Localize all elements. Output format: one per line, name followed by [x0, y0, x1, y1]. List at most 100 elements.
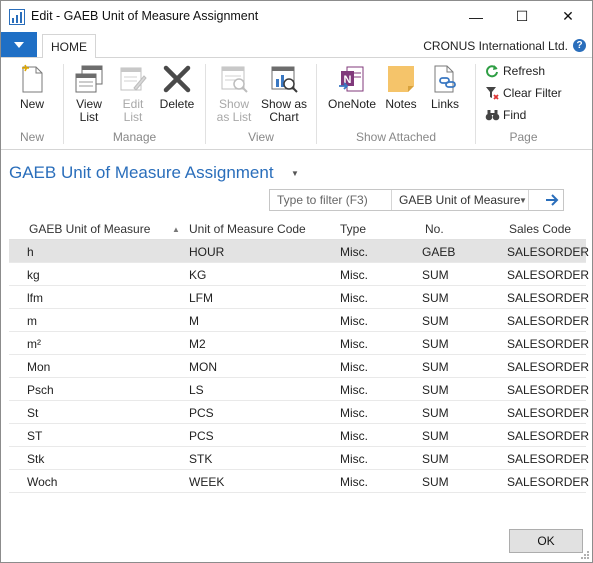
- table-row[interactable]: Mon MON Misc. SUM SALESORDER: [9, 355, 589, 378]
- cell-no: SUM: [422, 291, 449, 305]
- tab-home[interactable]: HOME: [42, 34, 96, 59]
- notes-label: Notes: [385, 97, 417, 111]
- edit-list-button[interactable]: Edit List: [116, 62, 150, 124]
- notes-button[interactable]: Notes: [383, 62, 419, 111]
- show-as-list-label: Show as List: [216, 97, 252, 124]
- cell-type: Misc.: [340, 268, 368, 282]
- column-header-no[interactable]: No.: [425, 222, 444, 236]
- cell-no: SUM: [422, 429, 449, 443]
- cell-no: SUM: [422, 383, 449, 397]
- links-button[interactable]: Links: [427, 62, 463, 111]
- arrow-right-icon: [545, 194, 558, 206]
- sort-ascending-icon: ▲: [172, 225, 180, 234]
- find-button[interactable]: Find: [484, 107, 526, 123]
- resize-grip-icon[interactable]: [580, 550, 590, 560]
- group-label-view: View: [248, 130, 274, 144]
- column-header-gaeb-unit[interactable]: GAEB Unit of Measure: [29, 222, 150, 236]
- table-row[interactable]: Woch WEEK Misc. SUM SALESORDER: [9, 470, 590, 493]
- cell-sales-code: SALESORDER: [507, 406, 590, 420]
- cell-type: Misc.: [340, 406, 368, 420]
- links-icon: [429, 62, 461, 96]
- table-row[interactable]: m² M2 Misc. SUM SALESORDER: [9, 332, 590, 355]
- delete-button[interactable]: Delete: [158, 62, 196, 111]
- new-button-label: New: [19, 97, 44, 111]
- cell-gaeb-unit: h: [27, 245, 34, 259]
- column-header-unit-code[interactable]: Unit of Measure Code: [189, 222, 306, 236]
- table-row[interactable]: ST PCS Misc. SUM SALESORDER: [9, 424, 589, 447]
- filter-input[interactable]: Type to filter (F3): [270, 190, 392, 210]
- chevron-down-icon: [14, 41, 24, 48]
- filter-field-select[interactable]: GAEB Unit of Measure: [393, 190, 529, 210]
- table-row[interactable]: Stk STK Misc. SUM SALESORDER: [9, 447, 589, 470]
- cell-gaeb-unit: Woch: [27, 475, 58, 489]
- view-list-button[interactable]: View List: [72, 62, 106, 124]
- delete-label: Delete: [159, 97, 195, 111]
- onenote-label: OneNote: [327, 97, 377, 111]
- show-as-chart-label: Show as Chart: [260, 97, 308, 124]
- column-header-type[interactable]: Type: [340, 222, 366, 236]
- show-as-chart-button[interactable]: Show as Chart: [259, 62, 309, 124]
- cell-type: Misc.: [340, 314, 368, 328]
- view-list-icon: [73, 62, 105, 96]
- clear-filter-label: Clear Filter: [503, 86, 562, 100]
- grid-body: h HOUR Misc. GAEB SALESORDER kg KG Misc. SUM SALE…: [9, 240, 590, 493]
- binoculars-icon: [484, 107, 500, 123]
- filter-bar: Type to filter (F3) GAEB Unit of Measure…: [269, 189, 564, 211]
- cell-gaeb-unit: m: [27, 314, 37, 328]
- ok-button[interactable]: OK: [509, 529, 583, 553]
- cell-unit-code: LS: [189, 383, 204, 397]
- maximize-icon: ☐: [515, 8, 529, 24]
- cell-no: SUM: [422, 268, 449, 282]
- data-grid: GAEB Unit of Measure ▲ Unit of Measure C…: [9, 217, 590, 493]
- delete-icon: [161, 62, 193, 96]
- table-row[interactable]: lfm LFM Misc. SUM SALESORDER: [9, 286, 589, 309]
- cell-gaeb-unit: Psch: [27, 383, 54, 397]
- apply-filter-button[interactable]: [539, 190, 564, 210]
- title-bar[interactable]: Edit - GAEB Unit of Measure Assignment —…: [1, 1, 592, 32]
- show-as-chart-icon: [268, 62, 300, 96]
- cell-no: SUM: [422, 475, 449, 489]
- ribbon-group-view: Show as List Show as Chart View: [206, 58, 316, 150]
- table-row[interactable]: m M Misc. SUM SALESORDER: [9, 309, 589, 332]
- page-title: GAEB Unit of Measure Assignment: [9, 163, 274, 182]
- cell-unit-code: LFM: [189, 291, 213, 305]
- column-header-sales-code[interactable]: Sales Code: [509, 222, 571, 236]
- cell-no: SUM: [422, 337, 449, 351]
- refresh-button[interactable]: Refresh: [484, 63, 545, 79]
- onenote-button[interactable]: N OneNote: [325, 62, 379, 111]
- cell-gaeb-unit: ST: [27, 429, 43, 443]
- cell-type: Misc.: [340, 360, 368, 374]
- help-icon[interactable]: ?: [573, 39, 586, 52]
- show-as-list-icon: [218, 62, 250, 96]
- cell-unit-code: M: [189, 314, 199, 328]
- edit-list-label: Edit List: [122, 97, 144, 124]
- group-label-manage: Manage: [112, 130, 157, 144]
- links-label: Links: [430, 97, 459, 111]
- cell-sales-code: SALESORDER: [507, 268, 590, 282]
- cell-no: SUM: [422, 406, 449, 420]
- file-menu-button[interactable]: [1, 32, 37, 57]
- table-row[interactable]: kg KG Misc. SUM SALESORDER: [9, 263, 590, 286]
- new-button[interactable]: New: [15, 62, 49, 111]
- close-button[interactable]: ✕: [545, 1, 591, 32]
- page-title-dropdown-icon[interactable]: ▼: [291, 169, 299, 178]
- new-document-icon: [16, 62, 48, 96]
- cell-sales-code: SALESORDER: [507, 475, 590, 489]
- minimize-button[interactable]: —: [453, 1, 499, 32]
- cell-unit-code: WEEK: [189, 475, 225, 489]
- cell-sales-code: SALESORDER: [507, 337, 590, 351]
- table-row[interactable]: St PCS Misc. SUM SALESORDER: [9, 401, 590, 424]
- table-row[interactable]: Psch LS Misc. SUM SALESORDER: [9, 378, 589, 401]
- cell-unit-code: PCS: [189, 429, 214, 443]
- maximize-button[interactable]: ☐: [499, 1, 545, 32]
- cell-no: SUM: [422, 314, 449, 328]
- ribbon-group-manage: View List Edit List Delete Manage: [64, 58, 205, 150]
- cell-gaeb-unit: Mon: [27, 360, 51, 374]
- show-as-list-button[interactable]: Show as List: [214, 62, 254, 124]
- cell-unit-code: MON: [189, 360, 217, 374]
- table-row[interactable]: h HOUR Misc. GAEB SALESORDER: [9, 240, 589, 263]
- edit-list-icon: [117, 62, 149, 96]
- cell-gaeb-unit: kg: [27, 268, 40, 282]
- grid-header: GAEB Unit of Measure ▲ Unit of Measure C…: [9, 217, 586, 240]
- clear-filter-button[interactable]: Clear Filter: [484, 85, 562, 101]
